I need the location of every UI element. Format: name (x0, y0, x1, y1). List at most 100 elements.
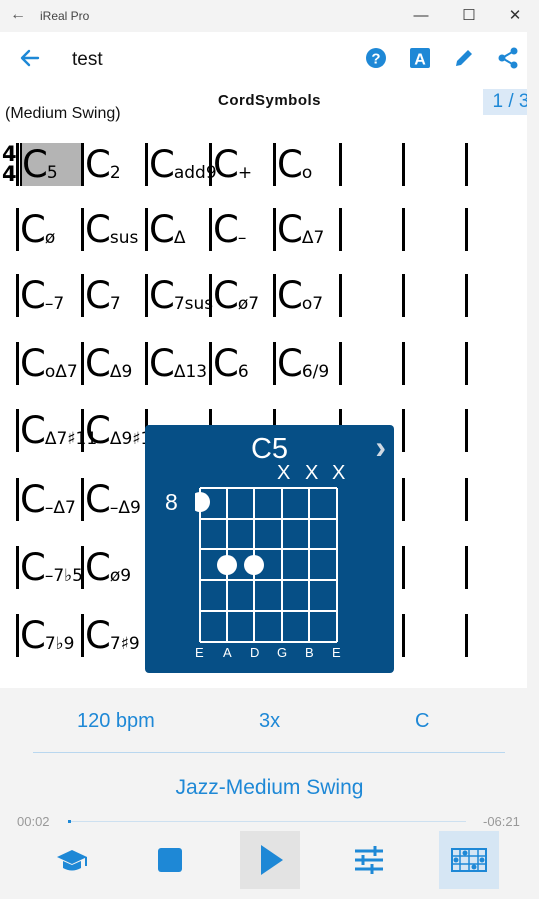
chord-cell[interactable]: Co (277, 143, 339, 186)
chord-cell[interactable]: Csus (85, 208, 145, 251)
window-back-icon[interactable]: ← (10, 6, 26, 24)
chord-root: C (277, 342, 303, 385)
chord-quality: 7 (109, 294, 121, 314)
barline (81, 614, 84, 657)
chord-root: C (20, 546, 46, 589)
chord-cell[interactable]: C7♯9 (85, 614, 145, 657)
barline (273, 208, 276, 251)
chord-cell[interactable]: C–7♭5 (20, 546, 83, 589)
finger-dot (195, 492, 210, 512)
diagram-mute-marker: X (332, 462, 346, 484)
svg-text:A: A (414, 52, 426, 69)
chord-quality: 7sus (173, 294, 214, 314)
close-button[interactable]: ✕ (502, 5, 528, 27)
mixer-button[interactable] (339, 831, 399, 889)
font-style-icon[interactable]: A (406, 44, 434, 72)
chord-root: C (213, 143, 239, 186)
chord-cell[interactable]: C+ (213, 143, 273, 186)
barline (16, 143, 19, 186)
finger-dot (244, 555, 264, 575)
minimize-button[interactable]: — (408, 5, 434, 27)
progress-thumb[interactable] (68, 820, 71, 823)
divider (33, 752, 505, 753)
play-button[interactable] (240, 831, 300, 889)
barline (465, 409, 468, 452)
edit-pencil-icon[interactable] (450, 44, 478, 72)
progress-track[interactable] (68, 821, 466, 822)
chord-quality: add9 (173, 163, 217, 183)
chord-cell[interactable]: Cø (20, 208, 81, 251)
barline (402, 342, 405, 385)
back-arrow-icon[interactable] (16, 44, 44, 72)
style-button[interactable]: Jazz-Medium Swing (0, 776, 539, 800)
chord-cell[interactable]: C7 (85, 274, 145, 317)
chord-cell[interactable]: C2 (85, 143, 145, 186)
chord-cell[interactable]: C–Δ9 (85, 478, 145, 521)
maximize-button[interactable]: ☐ (456, 5, 482, 27)
stop-button[interactable] (140, 831, 200, 889)
chord-root: C (20, 409, 46, 452)
string-label: G (277, 645, 288, 660)
key-button[interactable]: C (415, 710, 429, 733)
practice-button[interactable] (42, 831, 102, 889)
chord-cell[interactable]: CΔ7♯11 (20, 409, 97, 452)
chord-quality: o (301, 163, 313, 183)
chord-cell[interactable]: CΔ9 (85, 342, 145, 385)
chevron-right-icon[interactable]: › (375, 429, 386, 466)
share-icon[interactable] (494, 44, 522, 72)
page-indicator[interactable]: 1 / 3 (483, 89, 527, 115)
svg-text:?: ? (371, 51, 380, 68)
chord-cell[interactable]: Cø9 (85, 546, 145, 589)
chord-quality: –Δ9 (109, 498, 141, 518)
chord-cell[interactable]: C7♭9 (20, 614, 81, 657)
play-icon (261, 845, 283, 875)
barline (16, 274, 19, 317)
barline (465, 274, 468, 317)
chord-cell[interactable]: CΔ9♯11 (85, 409, 162, 452)
chord-cell[interactable]: Cø7 (213, 274, 273, 317)
barline (81, 143, 84, 186)
barline (339, 208, 342, 251)
tempo-button[interactable]: 120 bpm (77, 710, 155, 733)
instrument-view-button[interactable] (439, 831, 499, 889)
window-scrollbar[interactable] (527, 0, 539, 899)
chord-cell[interactable]: Co7 (277, 274, 339, 317)
barline (16, 342, 19, 385)
chord-root: C (213, 208, 239, 251)
barline (339, 274, 342, 317)
barline (273, 342, 276, 385)
help-icon[interactable]: ? (362, 44, 390, 72)
chord-cell[interactable]: C– (213, 208, 273, 251)
chord-cell[interactable]: C–Δ7 (20, 478, 81, 521)
time-elapsed: 00:02 (17, 814, 50, 829)
chord-cell[interactable]: C7sus (149, 274, 213, 317)
chord-cell[interactable]: CoΔ7 (20, 342, 81, 385)
chord-cell[interactable]: C5 (22, 143, 81, 186)
chord-cell[interactable]: C–7 (20, 274, 81, 317)
diagram-chord-name: C5 (250, 433, 289, 465)
string-label: E (195, 645, 204, 660)
chord-quality: 2 (109, 163, 121, 183)
chord-root: C (277, 208, 303, 251)
chord-quality: Δ7 (301, 228, 325, 248)
barline (402, 546, 405, 589)
chord-cell[interactable]: Cadd9 (149, 143, 217, 186)
chord-cell[interactable]: CΔ7 (277, 208, 339, 251)
time-signature-bottom: 4 (2, 162, 17, 186)
repeats-button[interactable]: 3x (259, 710, 280, 733)
chord-root: C (277, 274, 303, 317)
chord-quality: + (237, 163, 253, 183)
chord-cell[interactable]: CΔ (149, 208, 209, 251)
fretboard-grid (195, 487, 338, 643)
chord-quality: ø7 (237, 294, 260, 314)
barline (465, 546, 468, 589)
barline (209, 208, 212, 251)
song-title: test (72, 49, 103, 70)
chord-cell[interactable]: CΔ13 (149, 342, 209, 385)
chord-diagram-popup[interactable]: C5 › 8 X X X E A D G B E (145, 425, 394, 673)
barline (16, 409, 19, 452)
chord-cell[interactable]: C6 (213, 342, 273, 385)
chord-root: C (85, 614, 111, 657)
chord-quality: 6 (237, 362, 249, 382)
chord-cell[interactable]: C6/9 (277, 342, 339, 385)
